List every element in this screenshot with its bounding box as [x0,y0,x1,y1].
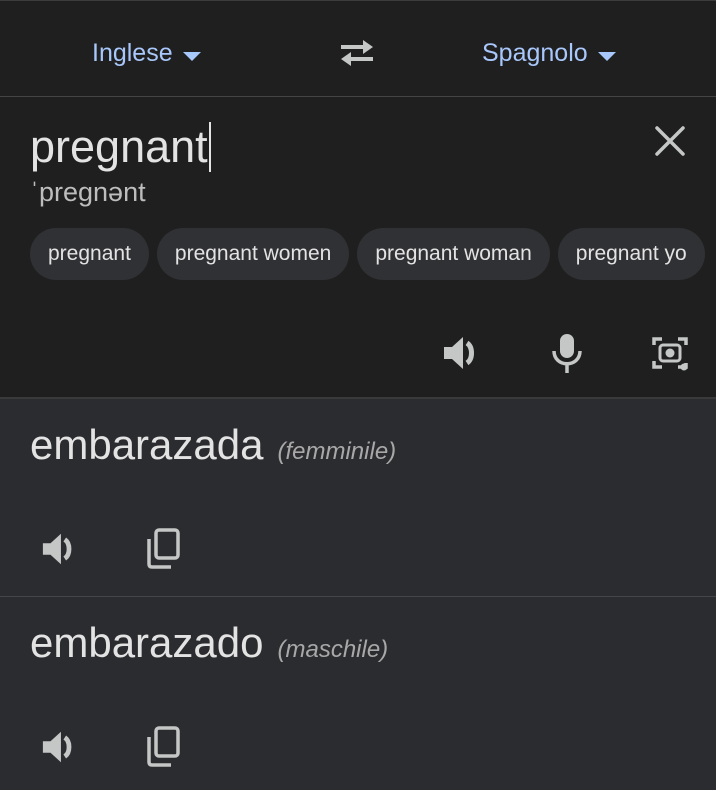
suggestion-chip[interactable]: pregnant yo [557,228,705,280]
source-language-selector[interactable]: Inglese [92,33,201,73]
close-icon [655,126,685,156]
translate-screen: Inglese Spagnolo pregnant ˈpregnənt preg… [0,0,716,790]
translation-result: embarazado (maschile) [0,596,716,790]
microphone-icon [552,334,582,373]
source-text-input[interactable]: pregnant [30,119,211,175]
camera-lens-icon [652,337,688,371]
translation-word-line: embarazado (maschile) [30,617,388,676]
listen-source-button[interactable] [440,331,484,375]
phonetic-transcription: ˈpregnənt [30,177,146,207]
speaker-icon [444,337,474,369]
source-language-label: Inglese [92,38,173,67]
speaker-icon [42,533,72,565]
target-language-label: Spagnolo [482,38,588,67]
suggestion-chip[interactable]: pregnant [30,228,149,280]
speaker-icon [42,731,72,763]
text-cursor [208,122,211,172]
copy-translation-button[interactable] [141,527,185,571]
dropdown-caret-icon [182,51,201,61]
target-language-selector[interactable]: Spagnolo [482,33,616,73]
translation-word: embarazado [30,619,264,666]
voice-input-button[interactable] [545,331,589,375]
gender-label: (femminile) [277,438,397,465]
source-input-area[interactable]: pregnant ˈpregnənt pregnant pregnant wom… [0,97,716,399]
copy-icon [147,528,180,569]
translation-results: embarazada (femminile) embarazado (maschil… [0,399,716,790]
gender-label: (maschile) [277,636,389,663]
dropdown-caret-icon [597,51,616,61]
source-text-value: pregnant [30,121,208,172]
translation-word: embarazada [30,421,264,468]
copy-icon [147,726,180,767]
listen-translation-button[interactable] [38,725,82,769]
listen-translation-button[interactable] [38,527,82,571]
suggestion-chips: pregnant pregnant women pregnant woman p… [30,228,716,280]
swap-arrows-icon [341,40,373,66]
language-bar: Inglese Spagnolo [0,0,716,97]
camera-translate-button[interactable] [648,331,692,375]
swap-languages-button[interactable] [336,34,378,72]
clear-text-button[interactable] [650,121,690,161]
suggestion-chip[interactable]: pregnant woman [357,228,550,280]
copy-translation-button[interactable] [141,725,185,769]
suggestion-chip[interactable]: pregnant women [156,228,350,280]
translation-word-line: embarazada (femminile) [30,419,396,478]
translation-result: embarazada (femminile) [0,399,716,596]
